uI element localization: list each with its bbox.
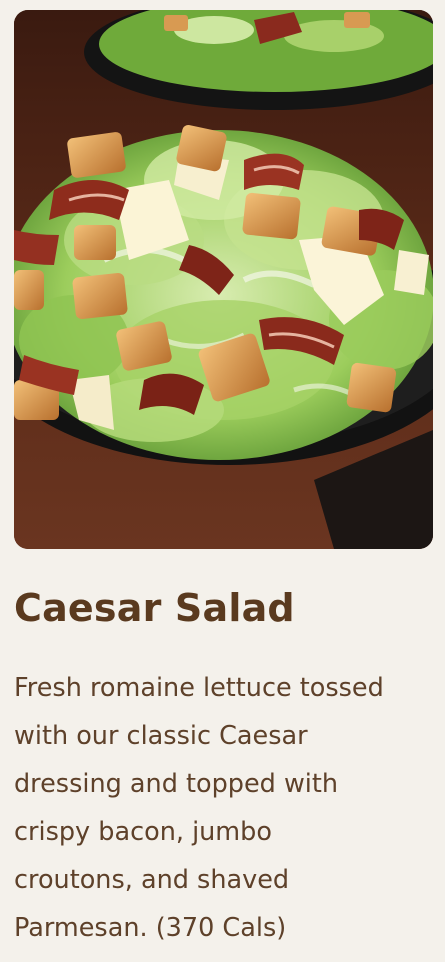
salad-photo	[14, 10, 433, 549]
menu-item-card: Caesar Salad Fresh romaine lettuce tosse…	[0, 0, 445, 962]
item-description: Fresh romaine lettuce tossed with our cl…	[14, 673, 384, 943]
item-title: Caesar Salad	[14, 586, 295, 630]
